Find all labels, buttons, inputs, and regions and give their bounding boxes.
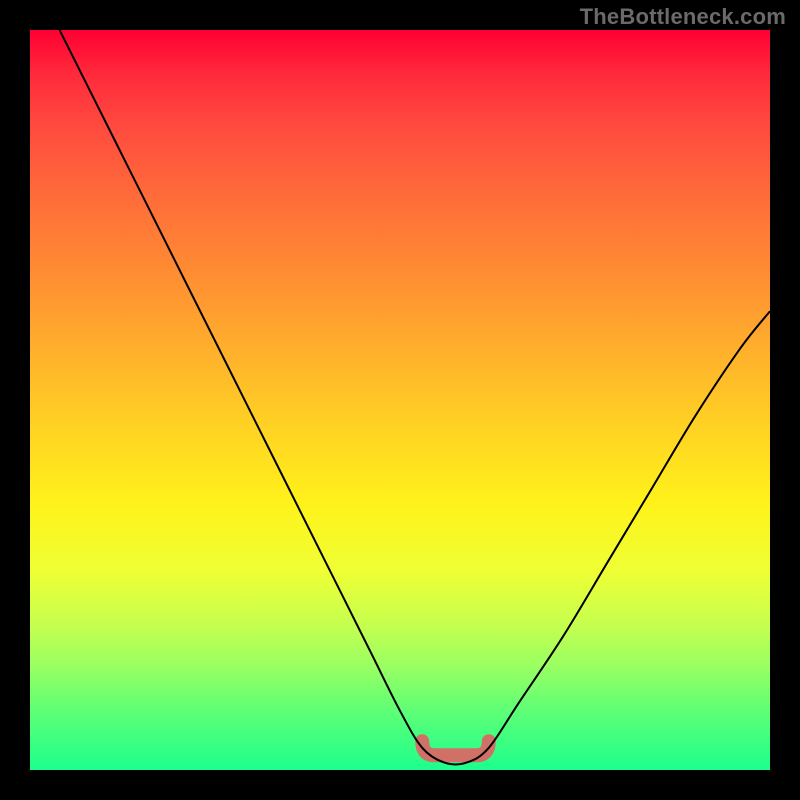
chart-frame: TheBottleneck.com <box>0 0 800 800</box>
curve-layer <box>30 30 770 770</box>
bottleneck-region-mark <box>422 741 489 755</box>
watermark-text: TheBottleneck.com <box>580 4 786 30</box>
plot-area <box>30 30 770 770</box>
bottleneck-curve-line <box>60 30 770 764</box>
